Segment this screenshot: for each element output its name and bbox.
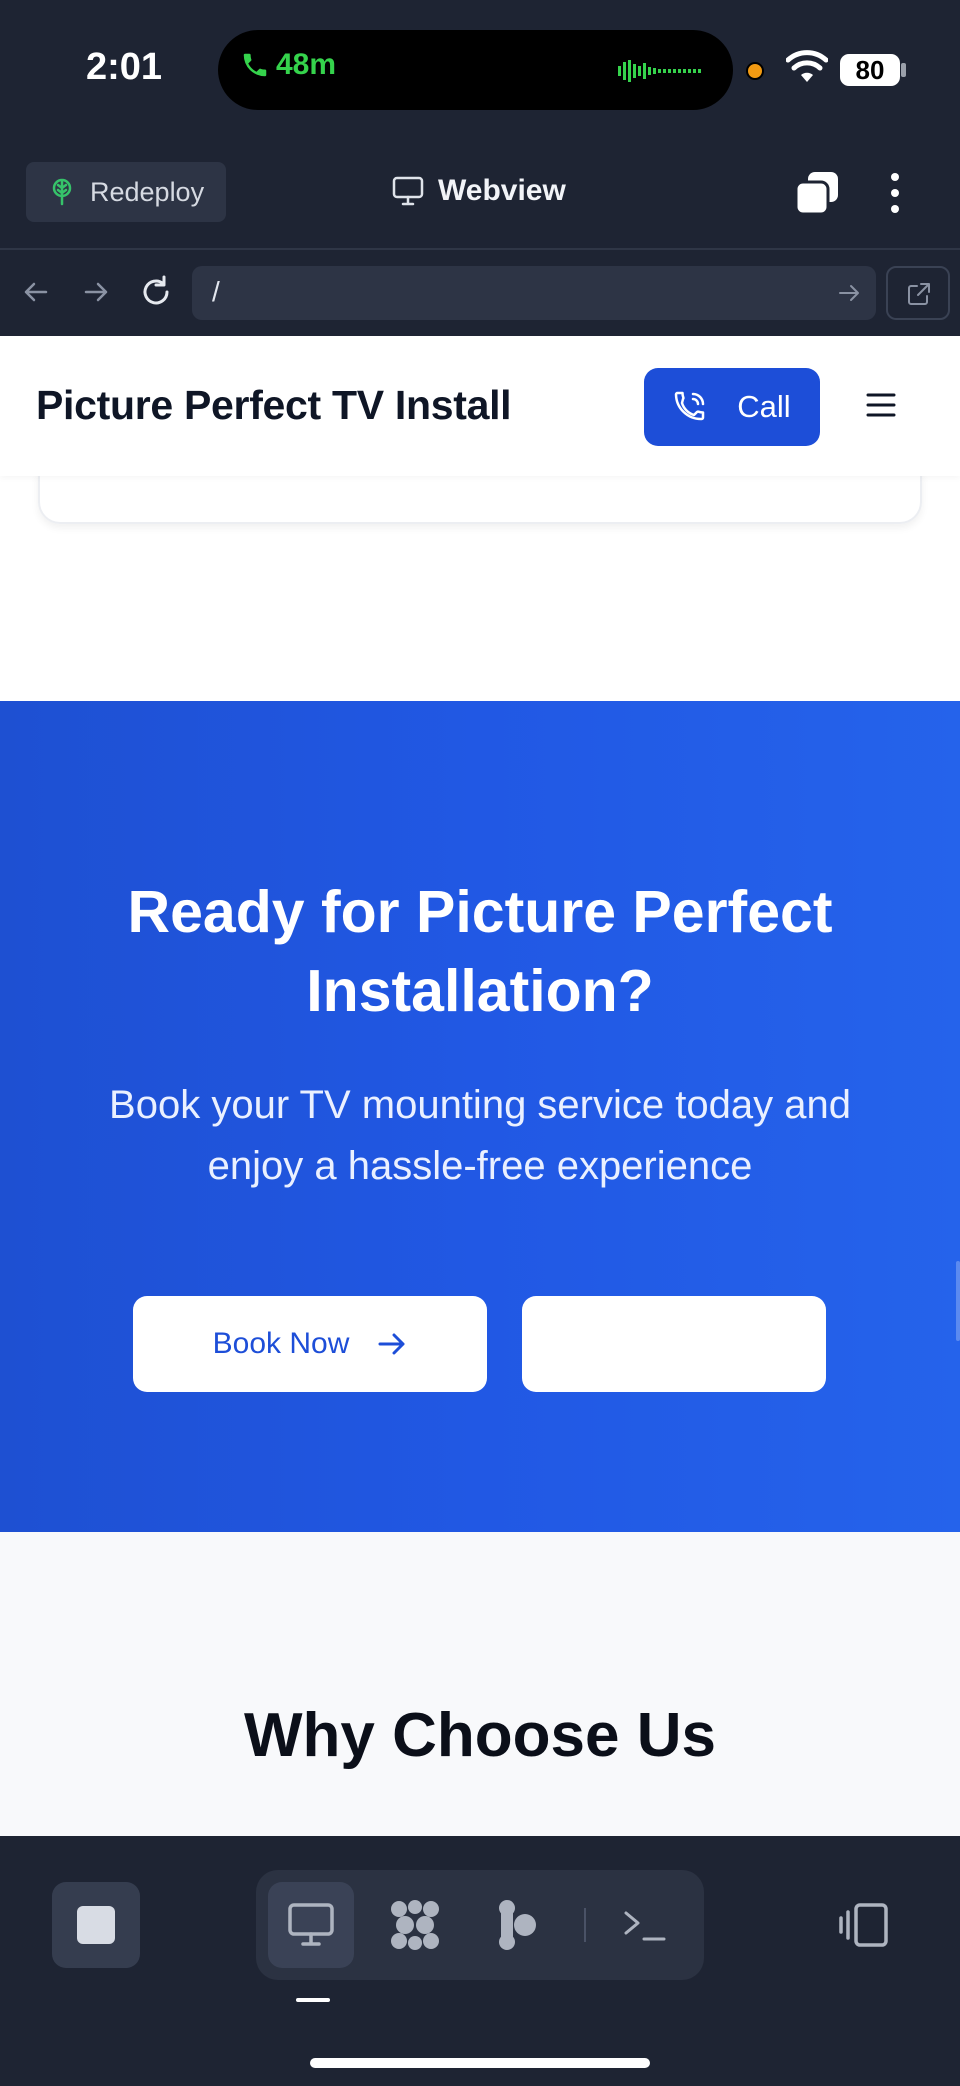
status-bar: 2:01 48m 80	[0, 0, 960, 150]
cluster-icon	[391, 1900, 439, 1950]
tab-webview[interactable]	[268, 1882, 354, 1968]
sprout-icon	[52, 178, 72, 206]
page-scrollbar[interactable]	[956, 1261, 960, 1341]
url-input[interactable]: /	[192, 266, 876, 320]
webview-title[interactable]: Webview	[392, 174, 566, 208]
battery-icon: 80	[840, 54, 900, 86]
book-now-button[interactable]: Book Now	[133, 1296, 487, 1392]
phone-icon	[243, 53, 267, 77]
reload-icon[interactable]	[136, 272, 176, 312]
redeploy-label: Redeploy	[90, 176, 205, 207]
webview-content: Picture Perfect TV Install Call Ready fo…	[0, 336, 960, 1836]
secondary-cta-button[interactable]	[522, 1296, 826, 1392]
go-arrow-icon[interactable]	[836, 280, 862, 306]
book-now-label: Book Now	[212, 1327, 350, 1360]
cta-title: Ready for Picture Perfect Installation?	[127, 879, 833, 1024]
phone-ringing-icon	[675, 391, 705, 421]
cta-subtitle: Book your TV mounting service today and …	[109, 1083, 851, 1188]
side-panel-icon[interactable]	[838, 1902, 890, 1948]
stop-button[interactable]	[52, 1882, 140, 1968]
view-switcher	[256, 1870, 704, 1980]
why-title: Why Choose Us	[244, 1701, 716, 1770]
why-subtitle-clipped	[50, 1824, 950, 1836]
status-time: 2:01	[86, 46, 163, 88]
battery-level: 80	[855, 54, 885, 85]
call-button[interactable]: Call	[644, 368, 820, 446]
flow-icon	[499, 1900, 536, 1950]
call-label: Call	[737, 389, 791, 424]
terminal-icon	[624, 1911, 666, 1941]
hamburger-menu-icon[interactable]	[866, 392, 896, 418]
url-row: /	[0, 252, 960, 336]
dynamic-island[interactable]: 48m	[218, 30, 733, 110]
tab-flows[interactable]	[474, 1882, 560, 1968]
monitor-icon	[392, 176, 424, 206]
arrow-right-icon	[378, 1333, 405, 1355]
tab-agents[interactable]	[372, 1882, 458, 1968]
app-toolbar: Redeploy Webview	[0, 150, 960, 250]
call-duration: 48m	[276, 48, 337, 81]
monitor-icon	[288, 1903, 334, 1946]
active-tab-indicator	[296, 1998, 330, 2002]
home-indicator[interactable]	[310, 2058, 650, 2068]
more-options-icon[interactable]	[880, 170, 910, 216]
tabs-icon[interactable]	[794, 170, 840, 216]
back-arrow-icon[interactable]	[16, 272, 56, 312]
webview-label: Webview	[438, 174, 566, 207]
site-header: Picture Perfect TV Install Call	[0, 336, 960, 476]
open-external-button[interactable]	[886, 266, 950, 320]
redeploy-button[interactable]: Redeploy	[26, 162, 227, 222]
why-choose-us-section: Why Choose Us	[0, 1532, 960, 1836]
active-call-indicator[interactable]: 48m	[240, 48, 336, 82]
battery-nub	[901, 63, 906, 77]
mic-in-use-indicator	[746, 62, 764, 80]
cta-section: Ready for Picture Perfect Installation? …	[0, 701, 960, 1532]
wifi-icon	[786, 50, 828, 82]
stop-icon	[77, 1906, 115, 1944]
switcher-divider	[584, 1908, 586, 1942]
external-link-icon	[908, 283, 930, 305]
tab-terminal[interactable]	[602, 1882, 688, 1968]
site-brand[interactable]: Picture Perfect TV Install	[36, 382, 512, 429]
forward-arrow-icon[interactable]	[76, 272, 116, 312]
bottom-toolbar	[0, 1836, 960, 2086]
url-value: /	[212, 276, 220, 307]
audio-waveform-icon	[618, 60, 701, 82]
